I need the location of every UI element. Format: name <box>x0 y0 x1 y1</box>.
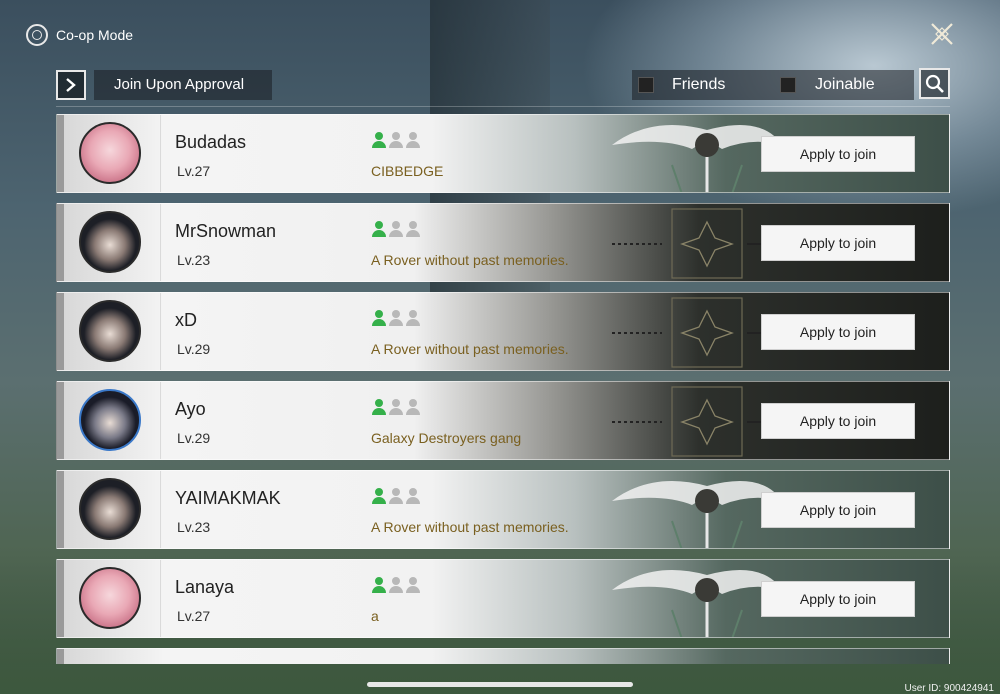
search-button[interactable] <box>919 68 950 99</box>
player-row[interactable]: Lanaya Lv.27 a Apply to join <box>56 559 950 638</box>
player-level: Lv.27 <box>177 608 211 624</box>
party-slots <box>372 310 420 326</box>
namecard-emblem-icon <box>612 208 782 279</box>
person-icon <box>406 488 420 504</box>
namecard-emblem-icon <box>612 297 782 368</box>
player-signature: a <box>371 608 379 624</box>
apply-to-join-button[interactable]: Apply to join <box>761 136 915 172</box>
player-row[interactable]: Budadas Lv.27 CIBBEDGE Apply to join <box>56 114 950 193</box>
user-id: User ID: 900424941 <box>904 683 994 694</box>
player-signature: Galaxy Destroyers gang <box>371 430 522 446</box>
joinable-label: Joinable <box>815 76 875 93</box>
party-slots <box>372 221 420 237</box>
party-slots <box>372 577 420 593</box>
player-row[interactable]: Ayo Lv.29 Galaxy Destroyers gang Apply to j… <box>56 381 950 460</box>
player-level: Lv.23 <box>177 252 211 268</box>
apply-to-join-button[interactable]: Apply to join <box>761 225 915 261</box>
party-slots <box>372 132 420 148</box>
home-indicator[interactable] <box>367 682 633 687</box>
person-icon <box>372 221 386 237</box>
namecard-emblem-icon <box>612 570 782 637</box>
row-separator <box>160 382 161 459</box>
header: Co-op Mode <box>26 24 133 46</box>
party-slots <box>372 488 420 504</box>
person-icon <box>406 310 420 326</box>
filter-bar: Join Upon Approval Friends Joinable <box>56 68 950 102</box>
apply-to-join-button[interactable]: Apply to join <box>761 492 915 528</box>
player-signature: A Rover without past memories. <box>371 341 569 357</box>
namecard-emblem-icon <box>612 481 782 548</box>
close-button[interactable] <box>928 20 956 48</box>
person-icon <box>406 132 420 148</box>
player-level: Lv.27 <box>177 163 211 179</box>
person-icon <box>372 310 386 326</box>
player-row-partial[interactable] <box>56 648 950 664</box>
person-icon <box>389 399 403 415</box>
apply-to-join-button[interactable]: Apply to join <box>761 581 915 617</box>
player-signature: A Rover without past memories. <box>371 519 569 535</box>
person-icon <box>389 488 403 504</box>
person-icon <box>389 577 403 593</box>
player-signature: A Rover without past memories. <box>371 252 569 268</box>
player-avatar[interactable] <box>79 211 141 273</box>
person-icon <box>372 488 386 504</box>
filter-checkboxes: Friends Joinable <box>632 70 914 100</box>
chevron-right-icon <box>66 78 76 92</box>
close-x-icon <box>931 23 953 45</box>
player-level: Lv.29 <box>177 430 211 446</box>
page-title: Co-op Mode <box>56 27 134 43</box>
player-signature: CIBBEDGE <box>371 163 444 179</box>
apply-to-join-button[interactable]: Apply to join <box>761 314 915 350</box>
player-level: Lv.23 <box>177 519 211 535</box>
person-icon <box>389 310 403 326</box>
party-slots <box>372 399 420 415</box>
namecard-emblem-icon <box>612 386 782 457</box>
player-avatar[interactable] <box>79 567 141 629</box>
player-row[interactable]: MrSnowman Lv.23 A Rover without past memor… <box>56 203 950 282</box>
joinable-checkbox[interactable] <box>780 77 796 93</box>
row-separator <box>160 204 161 281</box>
search-icon <box>925 74 944 93</box>
person-icon <box>406 221 420 237</box>
row-separator <box>160 560 161 637</box>
person-icon <box>389 132 403 148</box>
divider <box>56 106 950 107</box>
coop-mode-icon <box>26 24 48 46</box>
player-avatar[interactable] <box>79 478 141 540</box>
player-name: xD <box>175 310 197 330</box>
player-name: MrSnowman <box>175 221 277 241</box>
player-avatar[interactable] <box>79 300 141 362</box>
friends-checkbox[interactable] <box>638 77 654 93</box>
person-icon <box>389 221 403 237</box>
player-avatar[interactable] <box>79 389 141 451</box>
namecard-emblem-icon <box>612 125 782 192</box>
player-name: Lanaya <box>175 577 235 597</box>
player-level: Lv.29 <box>177 341 211 357</box>
apply-to-join-button[interactable]: Apply to join <box>761 403 915 439</box>
person-icon <box>372 399 386 415</box>
person-icon <box>406 399 420 415</box>
player-row[interactable]: YAIMAKMAK Lv.23 A Rover without past memor… <box>56 470 950 549</box>
expand-button[interactable] <box>56 70 86 100</box>
player-list[interactable]: Budadas Lv.27 CIBBEDGE Apply to join MrSnowm… <box>56 114 950 664</box>
row-separator <box>160 293 161 370</box>
player-name: Ayo <box>175 399 206 419</box>
row-separator <box>160 471 161 548</box>
person-icon <box>406 577 420 593</box>
player-name: Budadas <box>175 132 247 152</box>
row-separator <box>160 115 161 192</box>
player-row[interactable]: xD Lv.29 A Rover without past memories. App… <box>56 292 950 371</box>
person-icon <box>372 132 386 148</box>
player-name: YAIMAKMAK <box>175 488 281 508</box>
player-avatar[interactable] <box>79 122 141 184</box>
person-icon <box>372 577 386 593</box>
join-upon-approval-label: Join Upon Approval <box>94 70 272 100</box>
friends-label: Friends <box>672 76 726 93</box>
